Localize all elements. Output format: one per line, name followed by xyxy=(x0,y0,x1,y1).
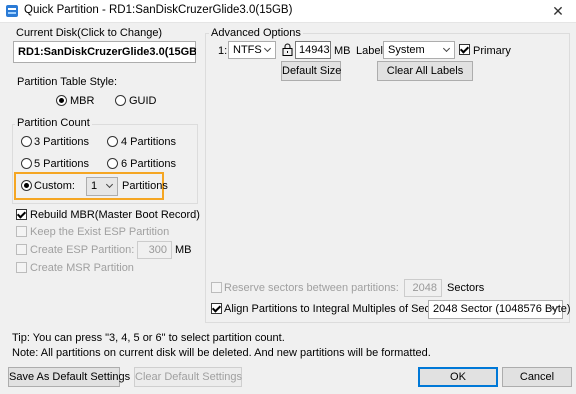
align-select[interactable]: 2048 Sector (1048576 Byte) xyxy=(428,300,571,319)
esp-size-input[interactable]: 300 xyxy=(137,241,172,259)
close-icon[interactable]: ✕ xyxy=(540,0,576,22)
reserve-unit: Sectors xyxy=(447,282,485,294)
window-title: Quick Partition - RD1:SanDiskCruzerGlide… xyxy=(24,4,293,16)
filesystem-value: NTFS xyxy=(233,44,262,56)
keep-esp-label: Keep the Exist ESP Partition xyxy=(30,226,170,238)
p4-radio[interactable] xyxy=(107,136,118,147)
row-index: 1: xyxy=(218,45,228,57)
custom-count-value: 1 xyxy=(91,180,98,192)
primary-checkbox[interactable] xyxy=(459,44,470,55)
reserve-sectors-input[interactable]: 2048 xyxy=(404,279,442,297)
note-text: Note: All partitions on current disk wil… xyxy=(12,347,431,359)
guid-label: GUID xyxy=(129,95,157,107)
label-value: System xyxy=(388,44,425,56)
rebuild-mbr-label: Rebuild MBR(Master Boot Record) xyxy=(30,209,200,221)
size-input[interactable]: 14943 xyxy=(295,41,331,59)
save-default-button[interactable]: Save As Default Settings xyxy=(8,367,130,387)
p3-label: 3 Partitions xyxy=(34,136,90,148)
chevron-down-icon xyxy=(103,178,117,194)
filesystem-select[interactable]: NTFS xyxy=(228,41,276,59)
size-unit: MB xyxy=(334,45,351,57)
create-msr-checkbox[interactable] xyxy=(16,262,27,273)
chevron-down-icon xyxy=(440,42,454,58)
advanced-options-label: Advanced Options xyxy=(209,27,303,39)
current-disk-field[interactable]: RD1:SanDiskCruzerGlide3.0(15GB) - Sy xyxy=(13,41,196,63)
p5-label: 5 Partitions xyxy=(34,158,90,170)
p6-radio[interactable] xyxy=(107,158,118,169)
p6-label: 6 Partitions xyxy=(121,158,177,170)
primary-label: Primary xyxy=(473,45,511,57)
keep-esp-checkbox[interactable] xyxy=(16,226,27,237)
cancel-button[interactable]: Cancel xyxy=(502,367,572,387)
clear-labels-button[interactable]: Clear All Labels xyxy=(377,61,473,81)
reserve-sectors-checkbox[interactable] xyxy=(211,282,222,293)
partitions-label: Partitions xyxy=(122,180,168,192)
label-caption: Label: xyxy=(356,45,386,57)
align-label: Align Partitions to Integral Multiples o… xyxy=(224,303,452,315)
esp-size-value: 300 xyxy=(148,244,167,256)
custom-radio[interactable] xyxy=(21,180,32,191)
app-icon xyxy=(6,5,18,17)
mbr-radio[interactable] xyxy=(56,95,67,106)
esp-unit-label: MB xyxy=(175,244,192,256)
rebuild-mbr-checkbox[interactable] xyxy=(16,209,27,220)
p3-radio[interactable] xyxy=(21,136,32,147)
label-select[interactable]: System xyxy=(383,41,455,59)
create-esp-label: Create ESP Partition: xyxy=(30,244,135,256)
tip-text: Tip: You can press "3, 4, 5 or 6" to sel… xyxy=(12,332,285,344)
current-disk-label: Current Disk(Click to Change) xyxy=(14,27,165,39)
lock-icon[interactable] xyxy=(282,43,293,56)
clear-default-button[interactable]: Clear Default Settings xyxy=(134,367,242,387)
current-disk-value: RD1:SanDiskCruzerGlide3.0(15GB) - Sy xyxy=(18,46,196,58)
create-esp-checkbox[interactable] xyxy=(16,244,27,255)
chevron-down-icon xyxy=(548,301,562,317)
ok-button[interactable]: OK xyxy=(418,367,498,387)
reserve-sectors-value: 2048 xyxy=(412,282,437,294)
create-msr-label: Create MSR Partition xyxy=(30,262,134,274)
partition-table-style-label: Partition Table Style: xyxy=(17,76,118,88)
align-checkbox[interactable] xyxy=(211,303,222,314)
p4-label: 4 Partitions xyxy=(121,136,177,148)
p5-radio[interactable] xyxy=(21,158,32,169)
guid-radio[interactable] xyxy=(115,95,126,106)
reserve-sectors-label: Reserve sectors between partitions: xyxy=(224,282,399,294)
partition-count-label: Partition Count xyxy=(15,117,92,129)
chevron-down-icon xyxy=(261,42,275,58)
custom-label: Custom: xyxy=(34,180,75,192)
size-value: 14943 xyxy=(299,44,330,56)
default-size-button[interactable]: Default Size xyxy=(281,61,341,81)
mbr-label: MBR xyxy=(70,95,95,107)
custom-count-select[interactable]: 1 xyxy=(86,177,118,196)
